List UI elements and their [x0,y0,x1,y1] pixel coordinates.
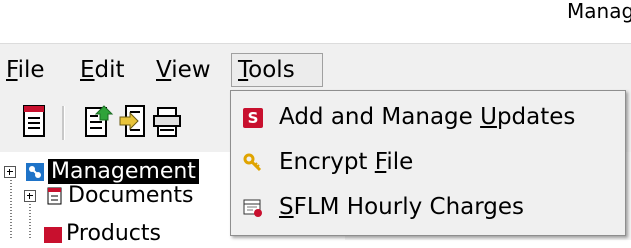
tree-node-documents[interactable]: Documents [24,182,193,210]
menu-edit-label: dit [94,57,125,83]
expand-toggle-icon[interactable] [4,166,16,178]
menu-tools-mnemonic: T [238,57,249,83]
menu-item-label: FLM Hourly Charges [293,194,525,220]
import-button[interactable] [118,104,145,140]
menu-file[interactable]: File [0,53,51,87]
menu-item-encrypt-file[interactable]: Encrypt File [231,140,625,184]
menu-item-sflm-hourly-charges[interactable]: SFLM Hourly Charges [231,185,625,229]
product-icon [44,227,62,243]
tools-dropdown-menu: S Add and Manage Updates Encrypt File SF… [230,90,626,236]
menu-item-mnemonic: U [480,104,497,130]
tree-node-label: Management [48,159,199,184]
encrypt-key-icon [243,153,262,172]
export-button[interactable] [84,104,114,140]
menu-edit[interactable]: Edit [74,53,131,87]
hourly-charges-icon [243,199,262,217]
document-icon [47,187,62,205]
tree-node-label: Products [66,221,161,246]
menu-view-label: iew [171,57,211,83]
menu-bar: File Edit View Tools [0,43,631,97]
printer-icon [153,107,181,137]
menu-item-mnemonic: F [374,149,387,175]
menu-file-mnemonic: F [6,57,18,83]
print-button[interactable] [152,104,181,140]
expand-toggle-icon[interactable] [24,190,36,202]
network-folder-icon [26,163,44,181]
tree-node-products[interactable]: Products [44,220,161,248]
menu-item-label: ile [386,149,414,175]
toolbar-separator [62,106,65,140]
menu-edit-mnemonic: E [80,57,95,83]
menu-item-mnemonic: S [279,194,294,220]
menu-view-mnemonic: V [156,57,172,83]
menu-view[interactable]: View [150,53,217,87]
menu-file-label: ile [17,57,45,83]
menu-item-label: Add and Manage [279,104,481,130]
tree-node-label: Documents [68,183,194,208]
menu-item-label: pdates [496,104,576,130]
sflm-s-icon: S [243,108,263,128]
window-title: Manag [567,0,631,23]
import-document-icon [119,105,145,137]
new-document-icon [23,105,45,137]
export-document-icon [85,105,114,137]
svg-text:S: S [248,109,259,127]
menu-item-label: Encrypt [279,149,375,175]
new-document-button[interactable] [22,104,48,140]
menu-item-add-manage-updates[interactable]: S Add and Manage Updates [231,95,625,139]
title-bar: Manag [0,0,631,43]
menu-tools-label: ools [248,57,295,83]
menu-tools[interactable]: Tools [231,53,323,87]
